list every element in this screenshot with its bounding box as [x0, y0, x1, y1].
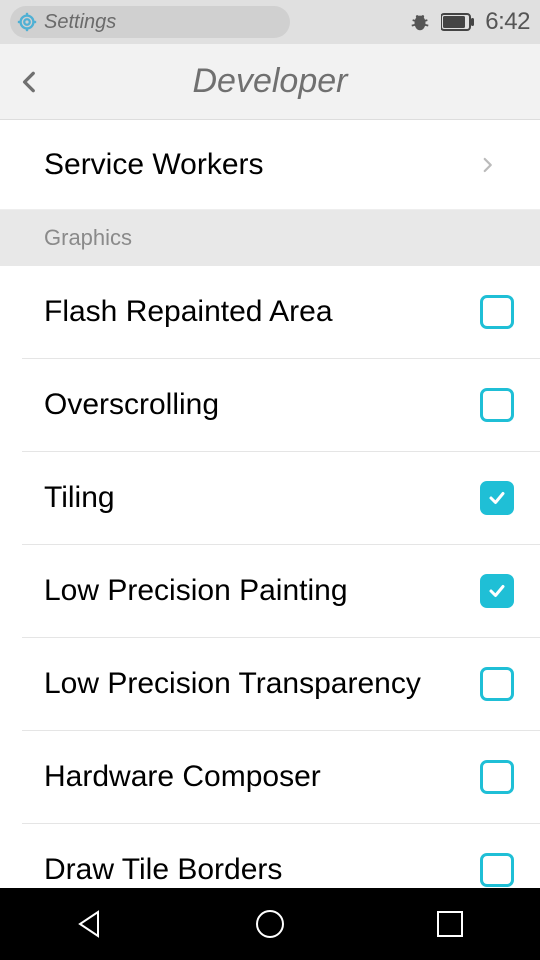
setting-row[interactable]: Low Precision Transparency: [0, 638, 540, 730]
setting-label: Low Precision Painting: [44, 574, 480, 608]
setting-label: Overscrolling: [44, 388, 480, 422]
row-label: Service Workers: [44, 148, 478, 182]
setting-label: Tiling: [44, 481, 480, 515]
setting-row[interactable]: Low Precision Painting: [0, 545, 540, 637]
settings-list: Flash Repainted Area Overscrolling Tiling L…: [0, 266, 540, 916]
section-header-graphics: Graphics: [0, 210, 540, 266]
nav-recent-icon[interactable]: [432, 906, 468, 942]
status-left: Settings: [10, 6, 401, 38]
pill-label: Settings: [44, 11, 116, 34]
row-service-workers[interactable]: Service Workers: [0, 120, 540, 210]
page-title: Developer: [0, 62, 540, 101]
setting-row[interactable]: Tiling: [0, 452, 540, 544]
setting-row[interactable]: Hardware Composer: [0, 731, 540, 823]
bug-icon: [409, 11, 431, 33]
system-navbar: [0, 888, 540, 960]
checkbox[interactable]: [480, 295, 514, 329]
status-right: 6:42: [409, 8, 530, 36]
checkbox[interactable]: [480, 667, 514, 701]
chevron-left-icon: [17, 69, 43, 95]
clock-text: 6:42: [485, 8, 530, 36]
back-button[interactable]: [0, 44, 60, 120]
checkbox[interactable]: [480, 481, 514, 515]
setting-row[interactable]: Overscrolling: [0, 359, 540, 451]
checkbox[interactable]: [480, 853, 514, 887]
setting-row[interactable]: Flash Repainted Area: [0, 266, 540, 358]
setting-label: Hardware Composer: [44, 760, 480, 794]
checkbox[interactable]: [480, 574, 514, 608]
checkbox[interactable]: [480, 760, 514, 794]
check-icon: [488, 582, 506, 600]
setting-label: Low Precision Transparency: [44, 667, 480, 701]
battery-icon: [441, 13, 475, 31]
chevron-right-icon: [478, 156, 496, 174]
page-header: Developer: [0, 44, 540, 120]
app-pill[interactable]: Settings: [10, 6, 290, 38]
nav-home-icon[interactable]: [252, 906, 288, 942]
setting-label: Flash Repainted Area: [44, 295, 480, 329]
status-bar: Settings 6:42: [0, 0, 540, 44]
setting-label: Draw Tile Borders: [44, 853, 480, 887]
nav-back-icon[interactable]: [72, 906, 108, 942]
checkbox[interactable]: [480, 388, 514, 422]
check-icon: [488, 489, 506, 507]
gear-icon: [16, 11, 38, 33]
content: Service Workers Graphics Flash Repainted…: [0, 120, 540, 916]
